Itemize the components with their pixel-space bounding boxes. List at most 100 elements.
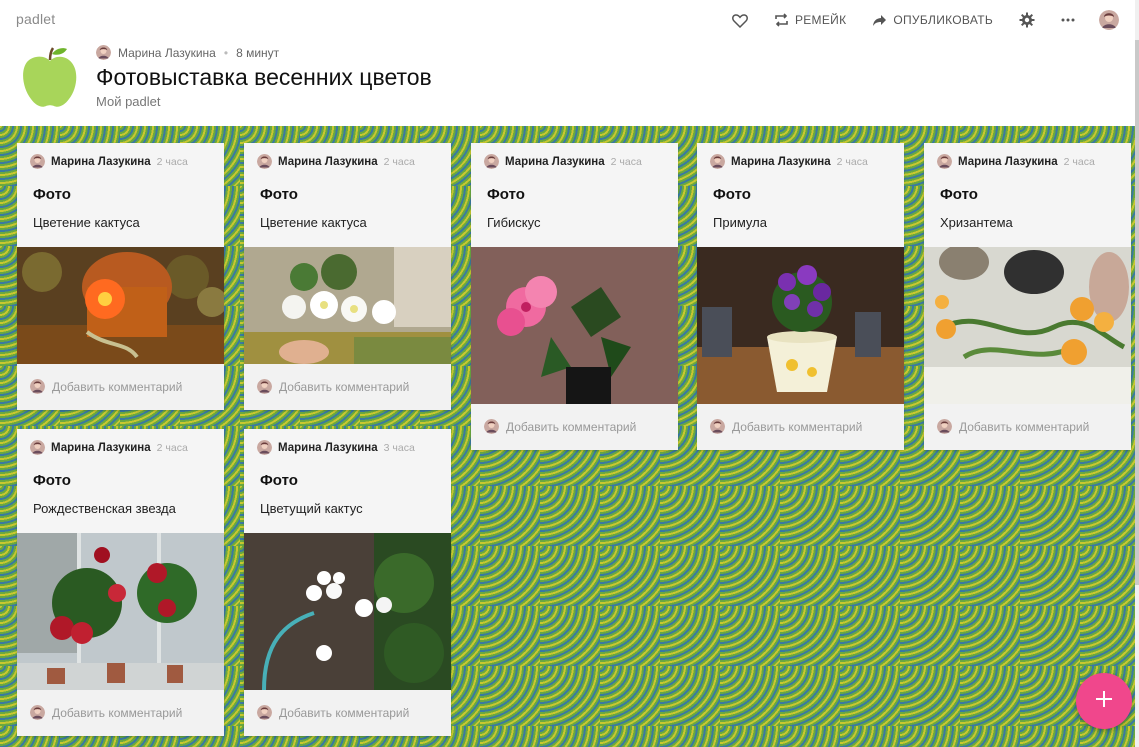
author-name: Марина Лазукина: [505, 155, 605, 168]
comment-box[interactable]: Добавить комментарий: [17, 690, 224, 736]
post-card[interactable]: Марина Лазукина 2 часа Фото Гибискус Доб…: [471, 143, 678, 450]
header-time: 8 минут: [236, 45, 280, 60]
author-avatar: [710, 154, 725, 169]
comment-placeholder[interactable]: Добавить комментарий: [279, 706, 409, 720]
post-card[interactable]: Марина Лазукина 2 часа Фото Хризантема Д…: [924, 143, 1131, 450]
post-body: Цветение кактуса: [260, 215, 367, 230]
remix-button[interactable]: РЕМЕЙК: [774, 13, 846, 27]
post-title: Фото: [940, 186, 978, 203]
author-avatar: [96, 45, 111, 60]
post-header: Марина Лазукина 2 часа Фото Примула: [697, 143, 904, 247]
comment-box[interactable]: Добавить комментарий: [244, 690, 451, 736]
author-avatar: [484, 154, 499, 169]
toolbar-actions: РЕМЕЙК ОПУБЛИКОВАТЬ: [731, 8, 1119, 32]
user-avatar[interactable]: [1099, 10, 1119, 30]
post-photo-white-cactus-flowers[interactable]: [244, 247, 451, 364]
post-header: Марина Лазукина 2 часа Фото Хризантема: [924, 143, 1131, 247]
post-author: Марина Лазукина 2 часа: [30, 440, 188, 455]
commenter-avatar: [30, 379, 45, 394]
top-bar: padlet РЕМЕЙК ОПУБЛИКОВАТЬ: [0, 0, 1139, 40]
post-title: Фото: [487, 186, 525, 203]
post-author: Марина Лазукина 2 часа: [30, 154, 188, 169]
page-subtitle[interactable]: Мой padlet: [96, 94, 161, 109]
author-avatar: [937, 154, 952, 169]
plus-icon: [1095, 690, 1113, 713]
commenter-avatar: [484, 419, 499, 434]
post-body: Рождественская звезда: [33, 501, 176, 516]
author-name: Марина Лазукина: [731, 155, 831, 168]
post-title: Фото: [33, 186, 71, 203]
heart-icon: [731, 13, 748, 28]
share-arrow-icon: [872, 14, 887, 27]
comment-box[interactable]: Добавить комментарий: [924, 404, 1131, 450]
like-button[interactable]: [731, 13, 748, 28]
commenter-avatar: [257, 705, 272, 720]
author-avatar: [30, 440, 45, 455]
post-author: Марина Лазукина 3 часа: [257, 440, 415, 455]
padlet-logo[interactable]: padlet: [16, 11, 55, 27]
author-name: Марина Лазукина: [278, 441, 378, 454]
post-card[interactable]: Марина Лазукина 2 часа Фото Цветение как…: [244, 143, 451, 410]
post-author: Марина Лазукина 2 часа: [257, 154, 415, 169]
author-avatar: [257, 154, 272, 169]
header-meta: Марина Лазукина • 8 минут: [96, 45, 279, 60]
comment-box[interactable]: Добавить комментарий: [471, 404, 678, 450]
apple-icon: [21, 45, 79, 111]
post-photo-white-flowering-cactus-garden[interactable]: [244, 533, 451, 690]
comment-placeholder[interactable]: Добавить комментарий: [959, 420, 1089, 434]
post-header: Марина Лазукина 3 часа Фото Цветущий как…: [244, 429, 451, 533]
post-author: Марина Лазукина 2 часа: [484, 154, 642, 169]
post-photo-red-poinsettia[interactable]: [17, 533, 224, 690]
post-body: Гибискус: [487, 215, 541, 230]
header-author: Марина Лазукина: [118, 45, 216, 60]
more-button[interactable]: [1061, 18, 1075, 22]
remix-icon: [774, 13, 789, 27]
commenter-avatar: [30, 705, 45, 720]
comment-placeholder[interactable]: Добавить комментарий: [506, 420, 636, 434]
comment-box[interactable]: Добавить комментарий: [697, 404, 904, 450]
author-name: Марина Лазукина: [51, 155, 151, 168]
post-author: Марина Лазукина 2 часа: [937, 154, 1095, 169]
post-title: Фото: [260, 472, 298, 489]
gear-icon: [1019, 12, 1035, 28]
post-time: 3 часа: [383, 441, 415, 454]
post-title: Фото: [713, 186, 751, 203]
post-card[interactable]: Марина Лазукина 2 часа Фото Цветение как…: [17, 143, 224, 410]
post-time: 2 часа: [836, 155, 868, 168]
post-photo-orange-chrysanthemum[interactable]: [924, 247, 1131, 404]
post-header: Марина Лазукина 2 часа Фото Цветение как…: [244, 143, 451, 247]
scrollbar-thumb[interactable]: [1135, 40, 1139, 585]
comment-placeholder[interactable]: Добавить комментарий: [279, 380, 409, 394]
author-name: Марина Лазукина: [51, 441, 151, 454]
post-header: Марина Лазукина 2 часа Фото Цветение как…: [17, 143, 224, 247]
padlet-wall: Марина Лазукина 2 часа Фото Цветение как…: [0, 126, 1135, 747]
post-photo-pink-hibiscus[interactable]: [471, 247, 678, 404]
comment-placeholder[interactable]: Добавить комментарий: [52, 380, 182, 394]
commenter-avatar: [710, 419, 725, 434]
post-body: Цветение кактуса: [33, 215, 140, 230]
add-post-button[interactable]: [1076, 673, 1132, 729]
comment-placeholder[interactable]: Добавить комментарий: [52, 706, 182, 720]
remix-label: РЕМЕЙК: [794, 13, 847, 27]
publish-button[interactable]: ОПУБЛИКОВАТЬ: [872, 13, 993, 27]
post-title: Фото: [33, 472, 71, 489]
comment-box[interactable]: Добавить комментарий: [244, 364, 451, 410]
commenter-avatar: [937, 419, 952, 434]
meta-separator: •: [223, 45, 229, 60]
post-card[interactable]: Марина Лазукина 3 часа Фото Цветущий как…: [244, 429, 451, 736]
padlet-header: Марина Лазукина • 8 минут Фотовыставка в…: [0, 40, 1139, 126]
page-title[interactable]: Фотовыставка весенних цветов: [96, 64, 432, 91]
settings-button[interactable]: [1019, 12, 1035, 28]
post-card[interactable]: Марина Лазукина 2 часа Фото Рождественск…: [17, 429, 224, 736]
comment-placeholder[interactable]: Добавить комментарий: [732, 420, 862, 434]
post-photo-orange-cactus-flower[interactable]: [17, 247, 224, 364]
post-time: 2 часа: [610, 155, 642, 168]
page-scrollbar[interactable]: [1135, 0, 1139, 747]
post-body: Примула: [713, 215, 767, 230]
more-icon: [1061, 18, 1075, 22]
post-card[interactable]: Марина Лазукина 2 часа Фото Примула Доба…: [697, 143, 904, 450]
post-photo-purple-primula[interactable]: [697, 247, 904, 404]
author-name: Марина Лазукина: [278, 155, 378, 168]
comment-box[interactable]: Добавить комментарий: [17, 364, 224, 410]
post-header: Марина Лазукина 2 часа Фото Рождественск…: [17, 429, 224, 533]
